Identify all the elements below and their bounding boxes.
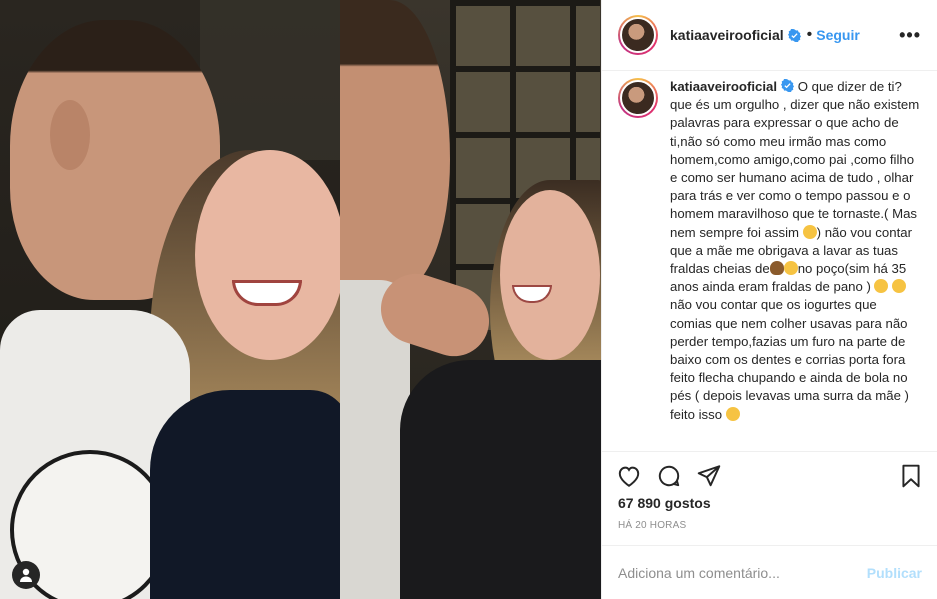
caption-avatar[interactable] xyxy=(618,78,658,118)
comment-icon[interactable] xyxy=(656,463,682,489)
avatar[interactable] xyxy=(618,15,658,55)
caption-text: katiaaveirooficial O que dizer de ti? qu… xyxy=(670,78,922,424)
follow-button[interactable]: Seguir xyxy=(816,27,860,43)
verified-icon xyxy=(781,79,795,92)
caption-row: katiaaveirooficial O que dizer de ti? qu… xyxy=(618,72,922,424)
caption-part-4: não vou contar que os iogurtes que comia… xyxy=(670,297,909,422)
post-side-panel: katiaaveirooficial • Seguir ••• katiaave… xyxy=(601,0,937,599)
caption-part-1: O que dizer de ti? que és um orgulho , d… xyxy=(670,79,920,240)
bookmark-icon[interactable] xyxy=(898,463,924,489)
caption-area[interactable]: katiaaveirooficial O que dizer de ti? qu… xyxy=(602,72,937,450)
photo-right-half xyxy=(340,0,601,599)
separator-dot: • xyxy=(806,26,813,43)
verified-icon xyxy=(787,28,801,42)
comment-bar: Publicar xyxy=(602,545,937,599)
heart-icon[interactable] xyxy=(616,463,642,489)
grimace-emoji-icon xyxy=(725,406,740,421)
share-icon[interactable] xyxy=(696,463,722,489)
grimace-emoji-icon xyxy=(802,224,817,239)
username-link[interactable]: katiaaveirooficial xyxy=(670,27,784,43)
user-tag-button[interactable] xyxy=(12,561,40,589)
caption-username[interactable]: katiaaveirooficial xyxy=(670,79,777,94)
action-bar xyxy=(602,451,937,499)
publish-button[interactable]: Publicar xyxy=(867,565,922,581)
user-tag-icon xyxy=(20,568,32,582)
post-photo[interactable] xyxy=(0,0,601,599)
photo-left-half xyxy=(0,0,340,599)
grin-emoji-icon xyxy=(783,261,798,276)
poop-emoji-icon xyxy=(769,261,784,276)
post-header: katiaaveirooficial • Seguir ••• xyxy=(602,0,937,71)
sad-emoji-icon xyxy=(873,279,888,294)
more-options-button[interactable]: ••• xyxy=(899,25,921,46)
post-timestamp[interactable]: HÁ 20 HORAS xyxy=(618,520,686,531)
likes-count[interactable]: 67 890 gostos xyxy=(618,495,711,511)
grimace-emoji-icon xyxy=(891,279,906,294)
comment-input[interactable] xyxy=(618,564,867,581)
